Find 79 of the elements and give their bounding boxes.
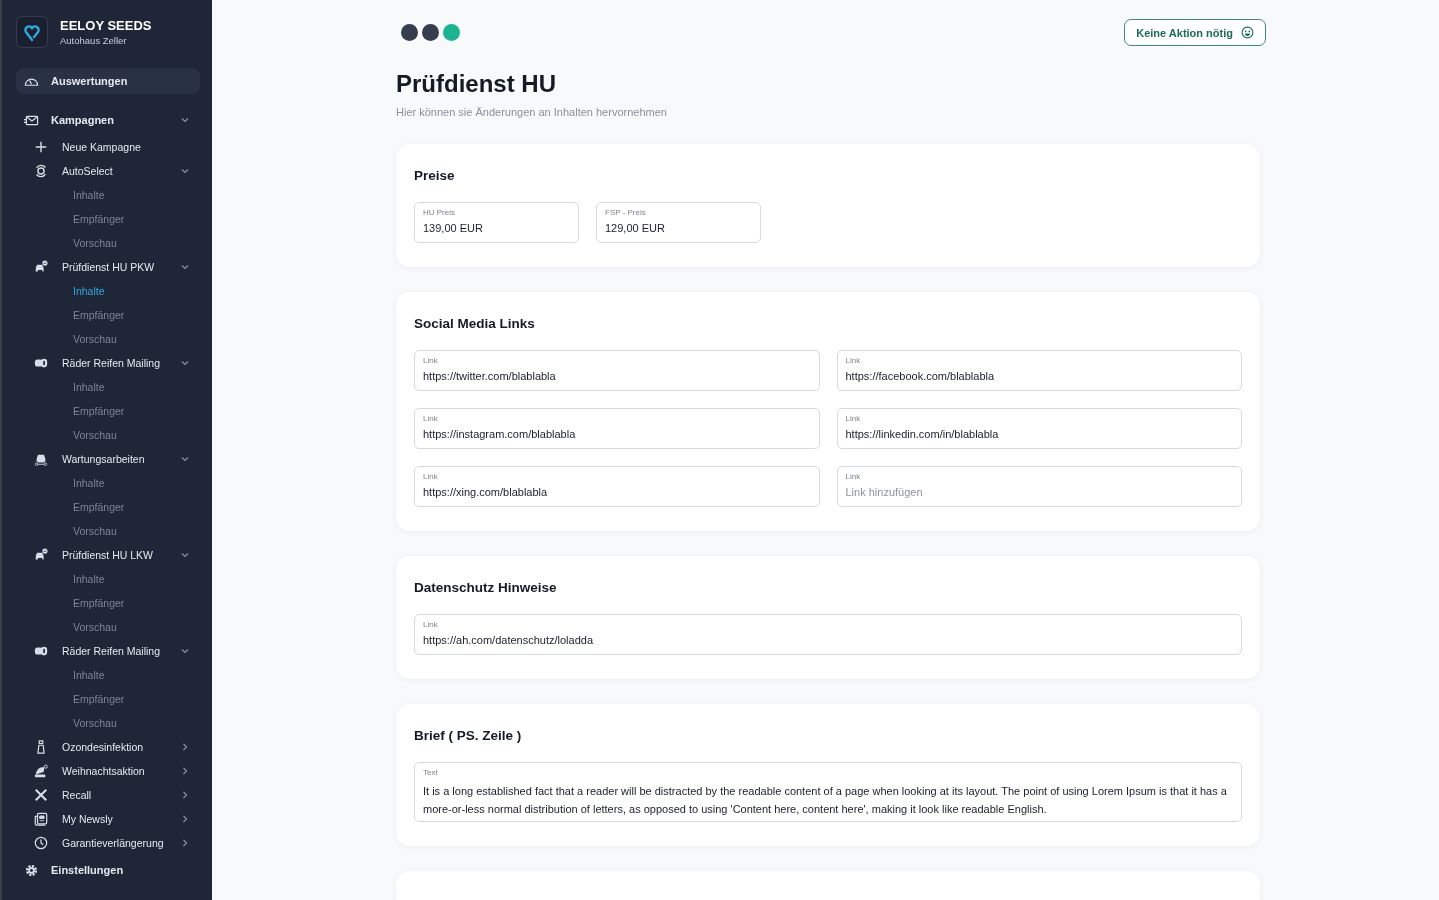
card-title: Preise — [414, 168, 456, 183]
chevron-icon — [180, 262, 190, 272]
status-button[interactable]: Keine Aktion nötig — [1124, 19, 1266, 46]
chevron-icon — [180, 838, 190, 848]
spray-bottle-icon — [34, 740, 48, 754]
nav-item[interactable]: Auswertungen — [16, 68, 200, 94]
submenu-item[interactable]: Empfänger — [16, 687, 200, 711]
submenu-item[interactable]: Vorschau — [16, 711, 200, 735]
chevron-icon — [180, 454, 190, 464]
card-title: Brief ( PS. Zeile ) — [414, 728, 523, 743]
submenu-item[interactable]: Vorschau — [16, 231, 200, 255]
campaign-item[interactable]: Räder Reifen Mailing — [16, 351, 200, 375]
plus-icon — [34, 140, 48, 154]
chevron-icon — [180, 166, 190, 176]
campaign-item[interactable]: Prüfdienst HU PKW — [16, 255, 200, 279]
field-label: FSP - Preis — [605, 208, 646, 217]
submenu-item[interactable]: Inhalte — [16, 663, 200, 687]
brand-subtitle: Autohaus Zeller — [60, 35, 128, 46]
brand-name: EELOY SEEDS — [60, 18, 152, 33]
tires-icon — [34, 644, 48, 658]
submenu-item[interactable]: Empfänger — [16, 303, 200, 327]
submenu-item[interactable]: Vorschau — [16, 327, 200, 351]
campaign-item[interactable]: Räder Reifen Mailing — [16, 639, 200, 663]
chevron-icon — [180, 358, 190, 368]
page-title: Prüfdienst HU — [396, 70, 557, 98]
campaign-item[interactable]: Ozondesinfektion — [16, 735, 200, 759]
campaign-item[interactable]: Wartungsarbeiten — [16, 447, 200, 471]
submenu-item[interactable]: Inhalte — [16, 471, 200, 495]
car-check-icon — [34, 548, 48, 562]
newspaper-icon — [34, 812, 48, 826]
field-label: Link — [423, 356, 438, 365]
chevron-icon — [180, 814, 190, 824]
card-title: Datenschutz Hinweise — [414, 580, 558, 595]
chevron-icon — [180, 115, 190, 125]
campaign-item[interactable]: My Newsly — [16, 807, 200, 831]
clock-icon — [34, 836, 48, 850]
tools-icon — [34, 788, 48, 802]
field-label: HU Preis — [423, 208, 455, 217]
card-title: Social Media Links — [414, 316, 536, 331]
rotate-icon — [34, 164, 48, 178]
chevron-icon — [180, 550, 190, 560]
field-label: Link — [423, 414, 438, 423]
car-check-icon — [34, 260, 48, 274]
field-label: Text — [423, 768, 438, 777]
submenu-item[interactable]: Inhalte — [16, 279, 200, 303]
field-label: Link — [845, 356, 861, 365]
car-wrench-icon — [34, 452, 48, 466]
chevron-icon — [180, 646, 190, 656]
submenu-item[interactable]: Empfänger — [16, 591, 200, 615]
campaign-item[interactable]: Recall — [16, 783, 200, 807]
campaign-item[interactable]: Prüfdienst HU LKW — [16, 543, 200, 567]
field-label: Link — [423, 620, 438, 629]
nav-item[interactable]: Einstellungen — [16, 857, 200, 883]
nav-item[interactable]: Kampagnen — [16, 107, 200, 133]
campaign-item[interactable]: Neue Kampagne — [16, 135, 200, 159]
submenu-item[interactable]: Empfänger — [16, 399, 200, 423]
chevron-icon — [180, 742, 190, 752]
tires-icon — [34, 356, 48, 370]
logo-icon — [16, 16, 48, 48]
campaign-item[interactable]: Garantieverlängerung — [16, 831, 200, 855]
submenu-item[interactable]: Inhalte — [16, 567, 200, 591]
submenu-item[interactable]: Vorschau — [16, 519, 200, 543]
field-label: Link — [845, 472, 861, 481]
santa-hat-icon — [34, 764, 48, 778]
smiley-icon — [1241, 26, 1254, 39]
campaign-item[interactable]: Weihnachtsaktion — [16, 759, 200, 783]
settings-icon — [24, 862, 39, 878]
campaign-item[interactable]: AutoSelect — [16, 159, 200, 183]
submenu-item[interactable]: Vorschau — [16, 615, 200, 639]
page-subtitle: Hier können sie Änderungen an Inhalten hervornehmen — [396, 106, 668, 118]
chevron-icon — [180, 790, 190, 800]
chevron-icon — [180, 766, 190, 776]
submenu-item[interactable]: Vorschau — [16, 423, 200, 447]
submenu-item[interactable]: Inhalte — [16, 375, 200, 399]
field-label: Link — [423, 472, 438, 481]
submenu-item[interactable]: Empfänger — [16, 495, 200, 519]
submenu-item[interactable]: Inhalte — [16, 183, 200, 207]
submenu-item[interactable]: Empfänger — [16, 207, 200, 231]
field-label: Link — [845, 414, 861, 423]
